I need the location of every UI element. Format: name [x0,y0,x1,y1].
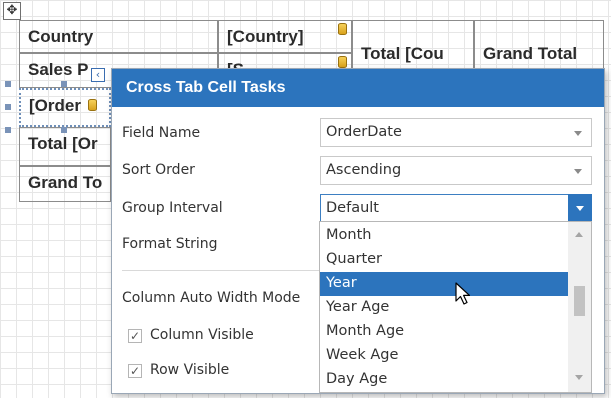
dropdown-option-year-age[interactable]: Year Age [320,296,568,320]
move-arrows-icon[interactable]: ✥ [3,2,21,20]
chevron-down-icon [574,131,582,136]
sort-order-label: Sort Order [122,162,195,178]
crosstab-cell-country[interactable]: Country [19,20,218,53]
database-field-icon [338,56,347,68]
format-string-label: Format String [122,236,218,252]
dropdown-scrollbar[interactable] [568,222,591,392]
cell-text: Grand Total [483,44,578,63]
cell-text: Grand To [28,173,103,192]
selection-handle[interactable] [5,81,11,87]
field-name-label: Field Name [122,125,201,141]
smart-tag-collapse-icon[interactable]: ‹ [91,68,105,82]
column-visible-label: Column Visible [150,327,254,343]
cell-text: [Order [29,96,81,115]
selection-handle[interactable] [5,127,11,133]
separator [122,270,320,271]
cell-text: Total [Or [28,134,98,153]
chevron-down-icon [574,169,582,174]
panel-title: Cross Tab Cell Tasks [126,79,286,96]
crosstab-cell-grand-total-row[interactable]: Grand To [19,166,111,202]
cell-text: Country [28,27,94,46]
database-field-icon [87,99,97,111]
scroll-thumb[interactable] [574,286,585,316]
column-auto-width-label: Column Auto Width Mode [122,290,301,306]
dropdown-option-month[interactable]: Month [320,224,568,248]
dropdown-option-quarter[interactable]: Quarter [320,248,568,272]
crosstab-cell-order-selected[interactable]: [Order [19,88,111,127]
checkmark-icon: ✓ [129,364,141,378]
field-name-value: OrderDate [326,124,402,140]
tasks-header: Cross Tab Cell Tasks [112,69,604,107]
selection-handle[interactable] [61,127,67,133]
sort-order-value: Ascending [326,162,402,178]
row-visible-label: Row Visible [150,362,230,378]
sort-order-combo[interactable]: Ascending [320,156,592,185]
database-field-icon [338,23,347,35]
cell-text: Sales P [28,60,89,79]
mouse-cursor-icon [455,282,471,305]
cell-text: Total [Cou [361,44,444,63]
chevron-left-icon: ‹ [95,68,101,81]
column-visible-checkbox[interactable]: ✓ [128,329,142,343]
selection-handle[interactable] [61,81,67,87]
dropdown-option-month-age[interactable]: Month Age [320,320,568,344]
group-interval-combo[interactable]: Default [320,194,592,223]
group-interval-label: Group Interval [122,200,223,216]
field-name-combo[interactable]: OrderDate [320,118,592,147]
row-visible-checkbox[interactable]: ✓ [128,364,142,378]
selection-handle[interactable] [5,104,11,110]
dropdown-option-week-age[interactable]: Week Age [320,344,568,368]
checkmark-icon: ✓ [129,329,141,343]
dropdown-button-icon[interactable] [568,194,592,223]
dropdown-option-day-age[interactable]: Day Age [320,368,568,392]
dropdown-option-year[interactable]: Year [320,272,568,296]
cell-text: [Country] [227,27,304,46]
scroll-down-icon[interactable] [575,375,583,380]
scroll-up-icon[interactable] [575,232,583,237]
crosstab-cell-country-field[interactable]: [Country] [218,20,352,53]
group-interval-value: Default [326,200,379,216]
